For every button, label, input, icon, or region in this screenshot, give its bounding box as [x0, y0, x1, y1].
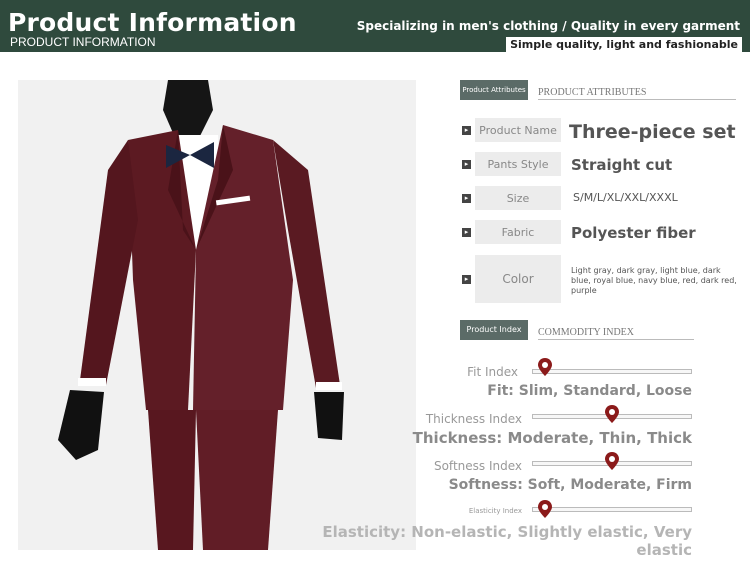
elasticity-index-label: Elasticity Index — [468, 507, 522, 515]
arrow-icon: ▸ — [462, 274, 471, 284]
product-photo — [18, 80, 416, 550]
elasticity-index-pin-icon — [537, 500, 552, 518]
attributes-section-header: Product Attributes PRODUCT ATTRIBUTES — [460, 78, 737, 100]
arrow-icon: ▸ — [462, 227, 471, 237]
softness-index-description: Softness: Soft, Moderate, Firm — [448, 477, 692, 493]
attr-value-product-name: Three-piece set — [569, 121, 736, 143]
fit-index-track — [532, 369, 692, 374]
page-subtitle: PRODUCT INFORMATION — [10, 35, 156, 49]
arrow-icon: ▸ — [462, 125, 471, 135]
attributes-section-label: PRODUCT ATTRIBUTES — [538, 87, 737, 100]
attr-row-color: ▸ Color — [462, 255, 561, 303]
thickness-index-description: Thickness: Moderate, Thin, Thick — [412, 429, 692, 447]
slogan-secondary: Simple quality, light and fashionable — [506, 37, 742, 52]
elasticity-index-track — [532, 507, 692, 512]
attr-row-pants-style: ▸ Pants Style — [462, 152, 561, 176]
attr-row-product-name: ▸ Product Name — [462, 118, 561, 142]
attr-label-pants-style: Pants Style — [475, 152, 561, 176]
arrow-icon: ▸ — [462, 193, 471, 203]
fit-index-label: Fit Index — [467, 365, 518, 379]
attr-label-fabric: Fabric — [475, 220, 561, 244]
thickness-index-label: Thickness Index — [425, 412, 522, 426]
arrow-icon: ▸ — [462, 159, 471, 169]
page-title: Product Information — [8, 8, 297, 37]
softness-index-label: Softness Index — [433, 459, 522, 473]
attr-value-fabric: Polyester fiber — [571, 224, 696, 242]
attr-label-color: Color — [475, 255, 561, 303]
attr-value-size: S/M/L/XL/XXL/XXXL — [573, 191, 678, 204]
softness-index-pin-icon — [605, 452, 619, 470]
index-badge: Product Index — [460, 320, 528, 340]
elasticity-index-description: Elasticity: Non-elastic, Slightly elasti… — [322, 523, 692, 559]
thickness-index-pin-icon — [605, 405, 619, 423]
attr-row-size: ▸ Size — [462, 186, 561, 210]
attributes-badge: Product Attributes — [460, 80, 528, 100]
header-banner: Product Information PRODUCT INFORMATION … — [0, 0, 750, 52]
attr-label-size: Size — [475, 186, 561, 210]
attr-label-product-name: Product Name — [475, 118, 561, 142]
slogan: Specializing in men's clothing / Quality… — [356, 19, 740, 33]
fit-index-description: Fit: Slim, Standard, Loose — [487, 383, 692, 399]
fit-index-pin-icon — [537, 358, 552, 376]
attr-value-pants-style: Straight cut — [571, 156, 673, 174]
index-section-header: Product Index COMMODITY INDEX — [460, 318, 695, 340]
suit-illustration — [58, 80, 344, 550]
index-section-label: COMMODITY INDEX — [538, 327, 695, 340]
attr-value-color: Light gray, dark gray, light blue, dark … — [571, 266, 737, 295]
attr-row-fabric: ▸ Fabric — [462, 220, 561, 244]
